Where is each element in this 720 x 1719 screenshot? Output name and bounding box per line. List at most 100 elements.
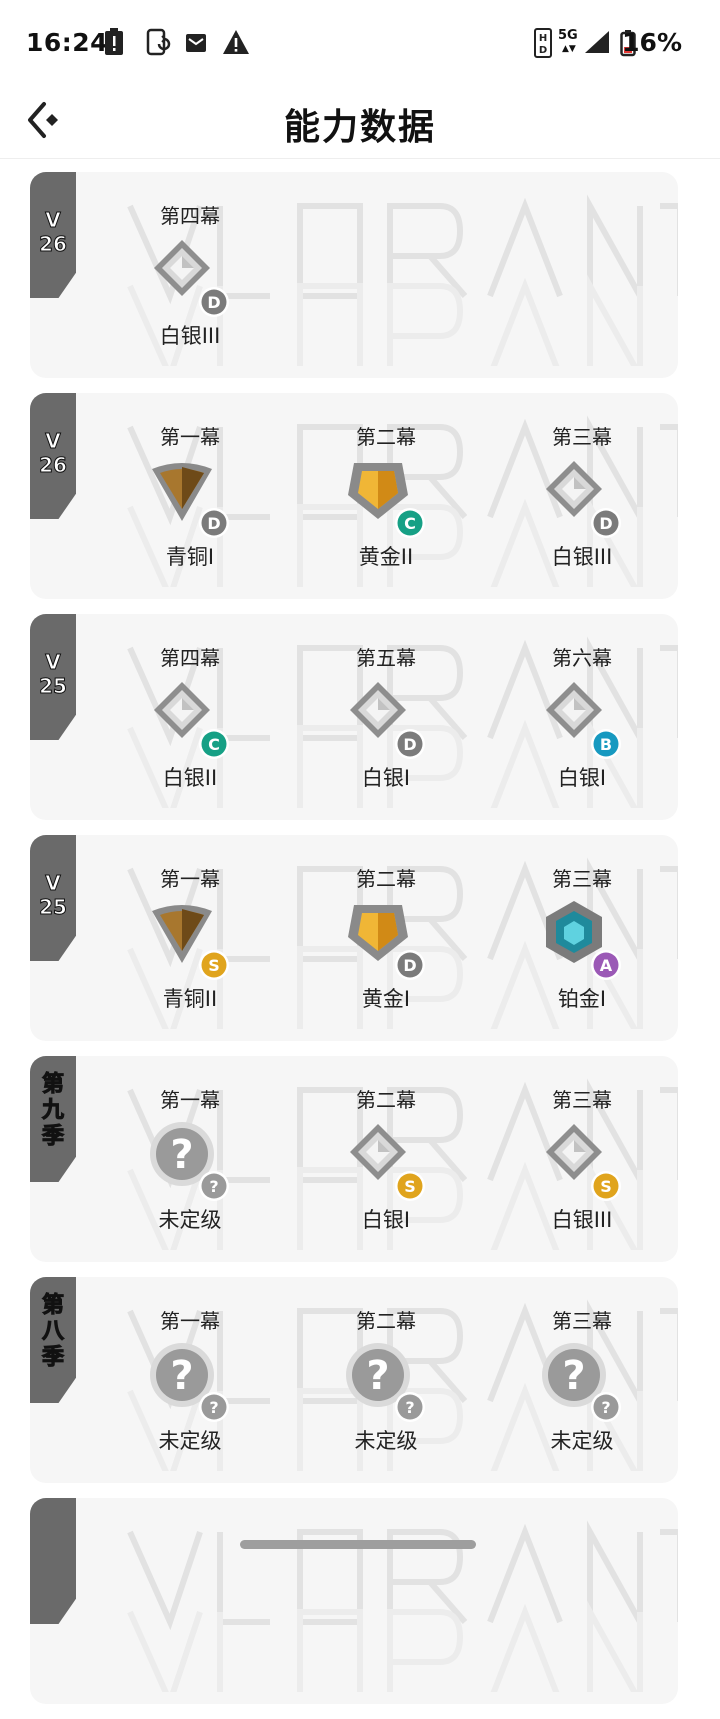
act-label: 第一幕 bbox=[160, 1309, 220, 1333]
svg-text:C: C bbox=[404, 514, 416, 533]
act-label: 第四幕 bbox=[160, 204, 220, 228]
svg-text:B: B bbox=[600, 735, 612, 754]
act-rank-item[interactable]: 第六幕 B 白银I bbox=[512, 614, 678, 820]
svg-text:S: S bbox=[600, 1177, 612, 1196]
svg-text:?: ? bbox=[209, 1398, 218, 1417]
silver-rank-icon: D bbox=[154, 240, 229, 317]
act-label: 第二幕 bbox=[356, 1088, 416, 1112]
warning-icon bbox=[223, 30, 249, 54]
season-tag: 第 九 季 bbox=[30, 1056, 76, 1182]
act-label: 第三幕 bbox=[552, 1088, 612, 1112]
app-bar: 能力数据 bbox=[0, 86, 720, 159]
gold-rank-icon: D bbox=[348, 905, 425, 980]
season-tag: V 25 bbox=[30, 614, 76, 740]
act-label: 第二幕 bbox=[356, 867, 416, 891]
silver-rank-icon: D bbox=[350, 682, 425, 759]
act-rank-item[interactable]: 第四幕 C 白银II bbox=[120, 614, 316, 820]
bronze-rank-icon: S bbox=[152, 905, 229, 980]
rank-name: 白银III bbox=[159, 324, 221, 348]
silver-rank-icon: S bbox=[546, 1124, 621, 1201]
status-bar: 16:24 H D 5G ▲▼ 16% bbox=[0, 0, 720, 86]
signal-icon bbox=[585, 31, 609, 53]
act-rank-item[interactable]: 第三幕 S 白银III bbox=[512, 1056, 678, 1262]
act-rank-item[interactable]: 第二幕 C 黄金II bbox=[316, 393, 512, 599]
gold-rank-icon: C bbox=[348, 463, 425, 538]
act-label: 第二幕 bbox=[356, 1309, 416, 1333]
rank-name: 白银III bbox=[551, 545, 613, 569]
rank-name: 未定级 bbox=[550, 1429, 614, 1453]
season-card[interactable]: 第 八 季 第一幕?? 未定级 第二幕?? 未定级 第三幕?? 未定级 bbox=[30, 1277, 678, 1483]
season-tag-label: V 26 bbox=[39, 208, 68, 257]
svg-text:C: C bbox=[208, 735, 220, 754]
unranked-rank-icon: ?? bbox=[150, 1122, 229, 1201]
rank-name: 白银II bbox=[162, 766, 218, 790]
season-card[interactable]: V 25 第一幕 S 青铜II 第二幕 D 黄金I 第三幕 A 铂金I bbox=[30, 835, 678, 1041]
rank-name: 白银I bbox=[361, 766, 411, 790]
unranked-rank-icon: ?? bbox=[346, 1343, 425, 1422]
svg-text:?: ? bbox=[366, 1353, 389, 1399]
svg-text:?: ? bbox=[209, 1177, 218, 1196]
season-tag: 第 八 季 bbox=[30, 1277, 76, 1403]
season-card[interactable]: 第 九 季 第一幕?? 未定级 第二幕 S 白银I 第三幕 S 白银III bbox=[30, 1056, 678, 1262]
svg-text:D: D bbox=[207, 514, 220, 533]
svg-text:H: H bbox=[539, 33, 547, 44]
act-rank-item[interactable]: 第一幕?? 未定级 bbox=[120, 1056, 316, 1262]
svg-text:D: D bbox=[599, 514, 612, 533]
act-rank-item[interactable]: 第一幕 S 青铜II bbox=[120, 835, 316, 1041]
rank-name: 白银I bbox=[557, 766, 607, 790]
act-rank-item[interactable]: 第二幕 D 黄金I bbox=[316, 835, 512, 1041]
rank-name: 白银III bbox=[551, 1208, 613, 1232]
act-rank-item[interactable]: 第三幕?? 未定级 bbox=[512, 1277, 678, 1483]
silver-rank-icon: C bbox=[154, 682, 229, 759]
home-indicator[interactable] bbox=[240, 1540, 476, 1549]
svg-text:A: A bbox=[600, 956, 613, 975]
bronze-rank-icon: D bbox=[152, 463, 229, 538]
season-tag: V 26 bbox=[30, 172, 76, 298]
silver-rank-icon: S bbox=[350, 1124, 425, 1201]
season-card[interactable] bbox=[30, 1498, 678, 1704]
act-row: 第一幕 D 青铜I 第二幕 C 黄金II 第三幕 D 白银III bbox=[120, 393, 678, 599]
svg-text:?: ? bbox=[170, 1353, 193, 1399]
network-type: 5G bbox=[558, 28, 578, 43]
rank-name: 未定级 bbox=[354, 1429, 418, 1453]
svg-text:D: D bbox=[207, 293, 220, 312]
act-row: 第一幕 S 青铜II 第二幕 D 黄金I 第三幕 A 铂金I bbox=[120, 835, 678, 1041]
svg-text:?: ? bbox=[170, 1132, 193, 1178]
act-rank-item[interactable]: 第二幕?? 未定级 bbox=[316, 1277, 512, 1483]
act-rank-item[interactable]: 第五幕 D 白银I bbox=[316, 614, 512, 820]
act-label: 第五幕 bbox=[356, 646, 416, 670]
act-rank-item[interactable]: 第三幕 A 铂金I bbox=[512, 835, 678, 1041]
season-card[interactable]: V 26 第四幕 D 白银III bbox=[30, 172, 678, 378]
act-label: 第三幕 bbox=[552, 867, 612, 891]
act-row bbox=[120, 1498, 678, 1704]
unranked-rank-icon: ?? bbox=[542, 1343, 621, 1422]
act-row: 第一幕?? 未定级 第二幕 S 白银I 第三幕 S 白银III bbox=[120, 1056, 678, 1262]
rank-name: 铂金I bbox=[557, 987, 607, 1011]
season-tag: V 26 bbox=[30, 393, 76, 519]
season-tag bbox=[30, 1498, 76, 1624]
screen-rotate-icon bbox=[146, 28, 171, 56]
act-row: 第一幕?? 未定级 第二幕?? 未定级 第三幕?? 未定级 bbox=[120, 1277, 678, 1483]
act-label: 第六幕 bbox=[552, 646, 612, 670]
act-rank-item[interactable]: 第二幕 S 白银I bbox=[316, 1056, 512, 1262]
act-rank-item[interactable]: 第一幕 D 青铜I bbox=[120, 393, 316, 599]
act-label: 第四幕 bbox=[160, 646, 220, 670]
network-arrows: ▲▼ bbox=[562, 44, 576, 54]
svg-text:D: D bbox=[539, 45, 547, 56]
svg-text:D: D bbox=[403, 735, 416, 754]
season-card[interactable]: V 25 第四幕 C 白银II 第五幕 D 白银I 第六幕 B 白银I bbox=[30, 614, 678, 820]
act-label: 第二幕 bbox=[356, 425, 416, 449]
battery-percent: 16% bbox=[622, 28, 682, 57]
act-rank-item[interactable]: 第四幕 D 白银III bbox=[120, 172, 316, 378]
act-row: 第四幕 C 白银II 第五幕 D 白银I 第六幕 B 白银I bbox=[120, 614, 678, 820]
act-rank-item[interactable]: 第一幕?? 未定级 bbox=[120, 1277, 316, 1483]
season-list: V 26 第四幕 D 白银III V 26 第一幕 D 青铜I 第二幕 C 黄金II 第三幕 D 白银II… bbox=[0, 172, 720, 1719]
rank-name: 未定级 bbox=[158, 1208, 222, 1232]
svg-text:?: ? bbox=[562, 1353, 585, 1399]
act-label: 第三幕 bbox=[552, 425, 612, 449]
season-card[interactable]: V 26 第一幕 D 青铜I 第二幕 C 黄金II 第三幕 D 白银III bbox=[30, 393, 678, 599]
alert-battery-icon bbox=[105, 28, 123, 55]
act-rank-item[interactable]: 第三幕 D 白银III bbox=[512, 393, 678, 599]
season-tag-label: V 25 bbox=[39, 650, 68, 699]
season-tag: V 25 bbox=[30, 835, 76, 961]
